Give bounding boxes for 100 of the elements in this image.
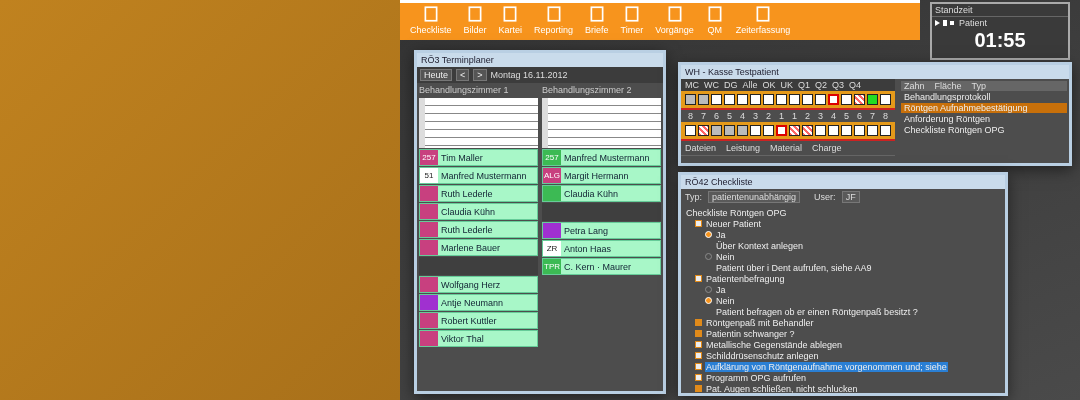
tooth-icon[interactable] — [737, 94, 748, 105]
checklist-item[interactable]: Aufklärung von Röntgenaufnahme vorgenommen und; siehe — [705, 361, 948, 372]
appointment[interactable]: Petra Lang — [542, 222, 661, 239]
checklist-item[interactable]: Schilddrüsenschutz anlegen — [705, 350, 820, 361]
checkbox[interactable] — [695, 352, 702, 359]
tooth-icon[interactable] — [789, 125, 800, 136]
tooth-icon[interactable] — [867, 94, 878, 105]
checklist-item[interactable]: Neuer Patient — [705, 218, 763, 229]
tooth-icon[interactable] — [841, 94, 852, 105]
filter-button[interactable]: Q3 — [832, 80, 845, 90]
appointment[interactable]: Claudia Kühn — [419, 203, 538, 220]
appointment[interactable]: Ruth Lederle — [419, 185, 538, 202]
checkbox[interactable] — [695, 385, 702, 392]
checklist-item[interactable]: Nein — [715, 295, 736, 306]
tooth-icon[interactable] — [724, 125, 735, 136]
playback-controls-icon[interactable] — [935, 20, 955, 26]
document-item[interactable]: Anforderung Röntgen — [901, 114, 1067, 124]
appointment[interactable]: Ruth Lederle — [419, 221, 538, 238]
tooth-icon[interactable] — [802, 125, 813, 136]
appointment[interactable]: Robert Kuttler — [419, 312, 538, 329]
appointment[interactable]: ZR Anton Haas — [542, 240, 661, 257]
checkbox[interactable] — [695, 330, 702, 337]
tooth-icon[interactable] — [724, 94, 735, 105]
appointment[interactable]: 257 Manfred Mustermann — [542, 149, 661, 166]
filter-button[interactable]: Alle — [742, 80, 758, 90]
filter-button[interactable]: Q4 — [849, 80, 862, 90]
filter-button[interactable]: WC — [704, 80, 719, 90]
tooth-icon[interactable] — [711, 125, 722, 136]
tooth-icon[interactable] — [711, 94, 722, 105]
tooth-icon[interactable] — [841, 125, 852, 136]
nav-button[interactable]: < — [456, 69, 470, 81]
tooth-icon[interactable] — [815, 125, 826, 136]
checklist-item[interactable]: Röntgenpaß mit Behandler — [705, 317, 815, 328]
tooth-icon[interactable] — [828, 125, 839, 136]
tooth-icon[interactable] — [815, 94, 826, 105]
checklist-item[interactable]: Ja — [715, 229, 727, 240]
tooth-icon[interactable] — [880, 94, 891, 105]
checklist-item[interactable]: Pat. Augen schließen, nicht schlucken — [705, 383, 859, 393]
tooth-icon[interactable] — [789, 94, 800, 105]
checkbox[interactable] — [695, 363, 702, 370]
free-slots[interactable] — [542, 98, 661, 148]
tooth-icon[interactable] — [737, 125, 748, 136]
tooth-icon[interactable] — [750, 125, 761, 136]
tooth-icon[interactable] — [750, 94, 761, 105]
checkbox[interactable] — [695, 319, 702, 326]
radio-button[interactable] — [705, 286, 712, 293]
document-item[interactable]: Behandlungsprotokoll — [901, 92, 1067, 102]
tooth-icon[interactable] — [867, 125, 878, 136]
filter-button[interactable]: Q2 — [815, 80, 828, 90]
nav-button[interactable]: Heute — [420, 69, 453, 81]
appointment[interactable]: 51 Manfred Mustermann — [419, 167, 538, 184]
radio-button[interactable] — [705, 253, 712, 260]
tooth-icon[interactable] — [685, 94, 696, 105]
tooth-icon[interactable] — [763, 125, 774, 136]
appointment[interactable]: Claudia Kühn — [542, 185, 661, 202]
document-item[interactable]: Checkliste Röntgen OPG — [901, 125, 1067, 135]
tooth-icon[interactable] — [698, 94, 709, 105]
appointment[interactable]: Antje Neumann — [419, 294, 538, 311]
checklist-item[interactable]: Patient befragen ob er einen Röntgenpaß besitzt ? — [715, 306, 919, 317]
tooth-number: 3 — [752, 111, 759, 121]
checkbox[interactable] — [695, 220, 702, 227]
tooth-icon[interactable] — [880, 125, 891, 136]
appointment[interactable]: TPR C. Kern · Maurer — [542, 258, 661, 275]
checklist-item[interactable]: Patient über i Dent aufrufen, siehe AA9 — [715, 262, 873, 273]
filter-button[interactable]: Q1 — [798, 80, 811, 90]
appointment[interactable]: ALG Margit Hermann — [542, 167, 661, 184]
tab[interactable]: Leistung — [726, 143, 761, 153]
field-value[interactable]: patientenunabhängig — [708, 191, 801, 203]
checklist-item[interactable]: Patientin schwanger ? — [705, 328, 796, 339]
tooth-icon[interactable] — [802, 94, 813, 105]
tooth-icon[interactable] — [854, 125, 865, 136]
appointment[interactable]: 257 Tim Maller — [419, 149, 538, 166]
tooth-icon[interactable] — [685, 125, 696, 136]
free-slots[interactable] — [419, 98, 538, 148]
tooth-icon[interactable] — [763, 94, 774, 105]
checklist-item[interactable]: Checkliste Röntgen OPG — [685, 207, 788, 218]
checkbox[interactable] — [695, 275, 702, 282]
tooth-icon[interactable] — [776, 94, 787, 105]
checkbox[interactable] — [695, 374, 702, 381]
filter-button[interactable]: OK — [762, 80, 776, 90]
checklist-item[interactable]: Patientenbefragung — [705, 273, 786, 284]
filter-button[interactable]: DG — [724, 80, 738, 90]
nav-button[interactable]: > — [473, 69, 487, 81]
filter-button[interactable]: UK — [780, 80, 794, 90]
checklist-item[interactable]: Ja — [715, 284, 727, 295]
tab[interactable]: Dateien — [685, 143, 717, 153]
checklist-item[interactable]: Metallische Gegenstände ablegen — [705, 339, 844, 350]
checklist-item[interactable]: Über Kontext anlegen — [715, 240, 805, 251]
tab[interactable]: Material — [770, 143, 803, 153]
checklist-item[interactable]: Programm OPG aufrufen — [705, 372, 808, 383]
tab[interactable]: Charge — [812, 143, 842, 153]
appointment[interactable]: Viktor Thal — [419, 330, 538, 347]
tooth-icon[interactable] — [854, 94, 865, 105]
appointment[interactable]: Marlene Bauer — [419, 239, 538, 256]
filter-button[interactable]: MC — [685, 80, 699, 90]
field-value[interactable]: JF — [841, 191, 860, 203]
checkbox[interactable] — [695, 341, 702, 348]
checklist-item[interactable]: Nein — [715, 251, 736, 262]
appointment[interactable]: Wolfgang Herz — [419, 276, 538, 293]
tooth-icon[interactable] — [698, 125, 709, 136]
